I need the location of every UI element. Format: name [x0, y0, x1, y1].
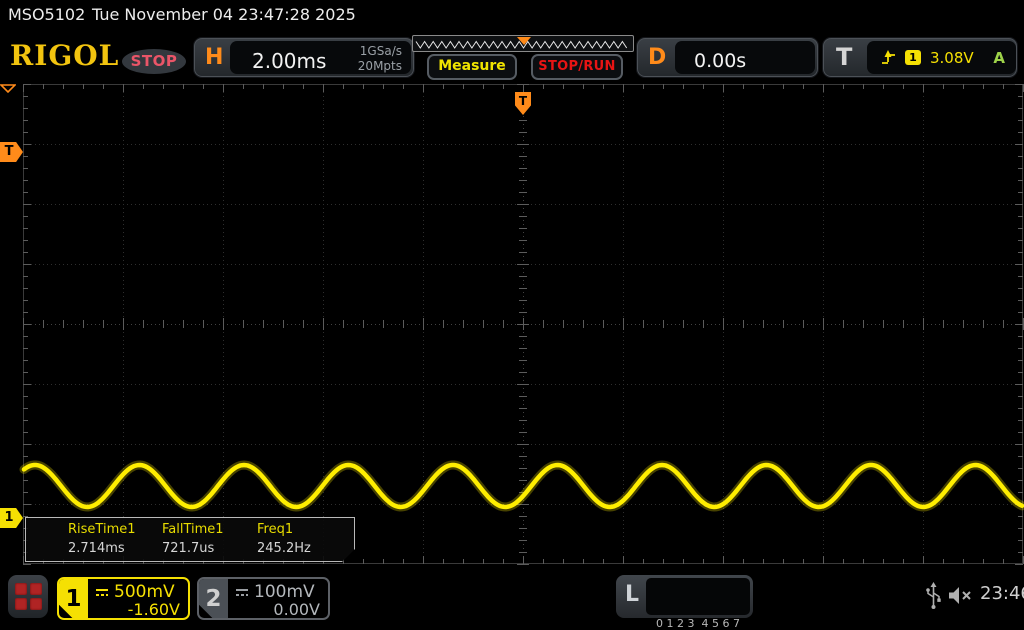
- logic-channels-box[interactable]: L 0 1 2 3 4 5 6 7 8 9 1011 12131415: [616, 575, 753, 630]
- measurement-value: 245.2Hz: [257, 541, 311, 556]
- measurement-name: FallTime1: [162, 522, 224, 537]
- preview-trigger-marker-icon: [517, 37, 531, 45]
- measurement-name: RiseTime1: [68, 522, 136, 537]
- waveform-preview-strip[interactable]: [412, 35, 634, 52]
- memory-depth: 20Mpts: [357, 59, 402, 73]
- menu-grid-icon: [14, 598, 27, 610]
- run-state-indicator[interactable]: STOP: [122, 49, 186, 74]
- delay-label: D: [648, 45, 667, 70]
- menu-grid-button[interactable]: [8, 575, 48, 618]
- logic-channel-list: 0 1 2 3 4 5 6 7 8 9 1011 12131415: [646, 578, 750, 630]
- bottom-bar: 1 500mV -1.60V 2 100mV 0.00V L 0 1 2 3 4…: [0, 565, 1024, 630]
- horizontal-inner: 2.00ms 1GSa/s 20Mpts: [230, 41, 411, 74]
- logic-label: L: [625, 582, 640, 607]
- trigger-source-badge: 1: [905, 50, 921, 65]
- trigger-sweep-mode: A: [993, 48, 1005, 67]
- system-datetime: Tue November 04 23:47:28 2025: [92, 5, 356, 24]
- channel1-number: 1: [59, 579, 88, 618]
- menu-grid-icon: [29, 598, 42, 610]
- dc-coupling-icon: [235, 588, 249, 597]
- channel1-scale: 500mV: [114, 582, 175, 602]
- model-name: MSO5102: [8, 5, 86, 24]
- channel2-number: 2: [199, 579, 228, 618]
- channel2-scale: 100mV: [254, 582, 315, 602]
- horizontal-panel[interactable]: H 2.00ms 1GSa/s 20Mpts: [193, 37, 415, 78]
- channel2-offset: 0.00V: [273, 600, 320, 619]
- dc-coupling-icon: [95, 588, 109, 597]
- channel1-offset: -1.60V: [127, 600, 180, 619]
- rising-edge-icon: [882, 50, 895, 64]
- acquisition-info: 1GSa/s 20Mpts: [358, 44, 402, 74]
- waveform-display: T T 1 RiseTime1 FallTime1 Freq1 2.714ms …: [0, 84, 1024, 565]
- toolbar: RIGOL STOP H 2.00ms 1GSa/s 20Mpts Measur…: [0, 30, 1024, 84]
- clock: 23:46: [980, 583, 1024, 604]
- channel1-status-box[interactable]: 1 500mV -1.60V: [57, 577, 190, 620]
- delay-value: 0.00s: [694, 50, 747, 72]
- measurement-panel[interactable]: RiseTime1 FallTime1 Freq1 2.714ms 721.7u…: [25, 517, 355, 562]
- channel2-status-box[interactable]: 2 100mV 0.00V: [197, 577, 330, 620]
- horizontal-label: H: [205, 45, 224, 70]
- trigger-level-value: 3.08V: [930, 48, 974, 67]
- stop-run-button[interactable]: STOP/RUN: [531, 54, 623, 80]
- timebase-value: 2.00ms: [252, 49, 327, 73]
- delay-panel[interactable]: D 0.00s: [636, 37, 819, 78]
- measurement-name: Freq1: [257, 522, 294, 537]
- measurement-value: 721.7us: [162, 541, 215, 556]
- graticule: [19, 84, 1024, 565]
- status-bar: MSO5102 Tue November 04 23:47:28 2025: [0, 0, 1024, 30]
- sample-rate: 1GSa/s: [359, 44, 402, 58]
- usb-icon: [926, 582, 941, 609]
- trigger-position-triangle-icon: [0, 84, 16, 93]
- trigger-label: T: [836, 43, 853, 71]
- trigger-panel[interactable]: T 1 3.08V A: [822, 37, 1018, 78]
- menu-grid-icon: [14, 583, 27, 595]
- logic-row1: 0 1 2 3 4 5 6 7: [656, 617, 740, 630]
- trigger-inner: 1 3.08V A: [867, 41, 1016, 74]
- measurement-value: 2.714ms: [68, 541, 125, 556]
- delay-inner: 0.00s: [675, 41, 815, 74]
- speaker-muted-icon: [949, 587, 971, 604]
- menu-grid-icon: [29, 583, 42, 595]
- measure-button[interactable]: Measure: [427, 54, 517, 80]
- oscilloscope-screen: MSO5102 Tue November 04 23:47:28 2025 RI…: [0, 0, 1024, 630]
- rigol-logo: RIGOL: [10, 39, 120, 72]
